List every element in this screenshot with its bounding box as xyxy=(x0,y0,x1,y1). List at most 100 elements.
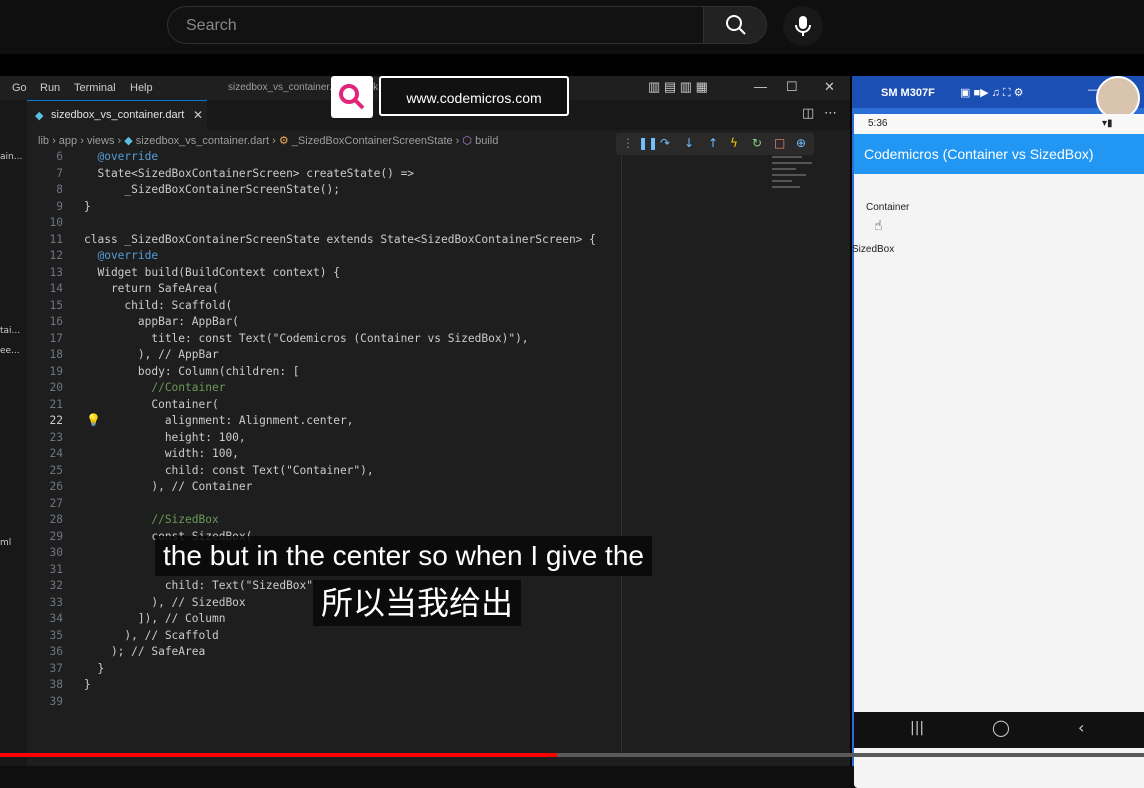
search-box xyxy=(167,6,703,45)
breadcrumb-item[interactable]: lib xyxy=(38,135,49,147)
line-number: 17 xyxy=(49,331,63,345)
line-number: 20 xyxy=(49,381,63,394)
vscode-window: Go Run Terminal Help sizedbox_vs_contain… xyxy=(0,76,850,766)
breadcrumb: lib › app › views › ◆ sizedbox_vs_contai… xyxy=(38,135,499,147)
breadcrumb-item[interactable]: _SizedBoxContainerScreenState xyxy=(292,135,453,147)
phone-mirror: SM M307F ▣ ■▶ ♫ ⛶ ⚙ — 5:36 ▾▮ Codemicros… xyxy=(852,76,1144,788)
line-number: 28 xyxy=(49,513,63,526)
code-text: } xyxy=(84,661,105,675)
line-number: 7 xyxy=(56,166,63,180)
code-text: ), // Scaffold xyxy=(84,628,219,642)
line-number: 16 xyxy=(49,315,63,328)
code-text: child: Scaffold( xyxy=(84,298,233,312)
line-number: 37 xyxy=(49,661,63,675)
line-number: 32 xyxy=(49,579,63,592)
video-progress-bar[interactable] xyxy=(0,753,1144,757)
code-text: return SafeArea( xyxy=(84,282,219,295)
drag-handle-icon[interactable]: ⋮ xyxy=(622,136,634,150)
code-text: } xyxy=(84,678,91,691)
restart-icon[interactable]: ↻ xyxy=(752,136,762,150)
line-number: 6 xyxy=(56,150,63,163)
line-number: 31 xyxy=(49,562,63,576)
code-text: @override xyxy=(84,249,159,262)
line-number: 10 xyxy=(49,216,63,229)
dart-file-icon: ◆ xyxy=(124,135,133,147)
line-number: 24 xyxy=(49,447,63,460)
code-text: @override xyxy=(84,150,159,163)
device-control-icons[interactable]: ▣ ■▶ ♫ ⛶ ⚙ xyxy=(960,86,1024,100)
status-time: 5:36 xyxy=(868,118,888,129)
website-url: www.codemicros.com xyxy=(379,76,569,116)
app-title: Codemicros (Container vs SizedBox) xyxy=(864,146,1094,162)
back-icon[interactable]: ‹ xyxy=(1078,718,1084,737)
line-number: 21 xyxy=(49,397,63,411)
line-number: 11 xyxy=(49,232,63,246)
menu-terminal[interactable]: Terminal xyxy=(74,82,116,94)
line-number: 38 xyxy=(49,678,63,691)
code-text: width: 100, xyxy=(84,447,239,460)
breadcrumb-item[interactable]: views xyxy=(87,135,115,147)
phone-window-bar: SM M307F ▣ ■▶ ♫ ⛶ ⚙ — xyxy=(852,76,1144,120)
close-icon[interactable]: ✕ xyxy=(824,79,835,95)
hot-reload-icon[interactable]: ϟ xyxy=(730,136,738,150)
search-logo-icon xyxy=(339,84,365,110)
search-button[interactable] xyxy=(703,6,767,44)
flutter-app-bar: Codemicros (Container vs SizedBox) xyxy=(854,134,1144,174)
code-text: State<SizedBoxContainerScreen> createSta… xyxy=(84,166,415,180)
code-text: child: const Text("Container"), xyxy=(84,463,374,477)
breadcrumb-item[interactable]: build xyxy=(475,135,498,147)
step-out-icon[interactable]: ↑ xyxy=(708,136,718,150)
line-number: 33 xyxy=(49,595,63,609)
code-text: class _SizedBoxContainerScreenState exte… xyxy=(84,232,596,246)
code-text: appBar: AppBar( xyxy=(84,315,239,328)
class-icon: ⚙ xyxy=(278,135,289,147)
more-actions-icon[interactable]: ⋯ xyxy=(824,106,837,121)
minimap[interactable] xyxy=(768,156,818,276)
code-text: body: Column(children: [ xyxy=(84,364,300,378)
breadcrumb-item[interactable]: sizedbox_vs_container.dart xyxy=(136,135,269,147)
close-tab-icon[interactable]: ✕ xyxy=(193,108,203,122)
inspect-icon[interactable]: ⊕ xyxy=(796,136,806,150)
step-over-icon[interactable]: ↷ xyxy=(660,136,670,150)
explorer-item[interactable]: ain... xyxy=(0,152,22,162)
menu-go[interactable]: Go xyxy=(12,82,27,94)
explorer-item[interactable]: ee... xyxy=(0,346,20,356)
line-number: 22 xyxy=(49,414,63,427)
stop-icon[interactable]: □ xyxy=(774,136,785,150)
pause-icon[interactable]: ❚❚ xyxy=(638,136,658,150)
line-number: 23 xyxy=(49,430,63,444)
voice-search-button[interactable] xyxy=(783,6,823,46)
line-number: 34 xyxy=(49,612,63,625)
maximize-icon[interactable]: ☐ xyxy=(786,79,798,95)
phone-screen: 5:36 ▾▮ Codemicros (Container vs SizedBo… xyxy=(852,114,1144,788)
code-text: ), // SizedBox xyxy=(84,595,246,609)
code-editor[interactable]: 6 @override 7 State<SizedBoxContainerScre… xyxy=(27,150,767,710)
menu-help[interactable]: Help xyxy=(130,82,153,94)
code-text: ), // Container xyxy=(84,480,253,493)
line-number: 15 xyxy=(49,298,63,312)
code-text: //Container xyxy=(84,381,226,394)
step-into-icon[interactable]: ↓ xyxy=(684,136,694,150)
code-text: ]), // Column xyxy=(84,612,226,625)
line-number: 29 xyxy=(49,529,63,543)
search-input[interactable] xyxy=(184,7,688,45)
recent-apps-icon[interactable]: ||| xyxy=(910,720,924,736)
tab-sizedbox-vs-container[interactable]: ◆ sizedbox_vs_container.dart ✕ xyxy=(27,100,207,130)
search-icon xyxy=(726,15,746,35)
menu-run[interactable]: Run xyxy=(40,82,60,94)
explorer-item[interactable]: ml xyxy=(0,538,11,548)
lightbulb-icon[interactable]: 💡 xyxy=(86,413,101,427)
line-number: 27 xyxy=(49,496,63,510)
split-editor-icon[interactable]: ◫ xyxy=(802,106,814,121)
home-icon[interactable]: ◯ xyxy=(992,718,1010,737)
breadcrumb-item[interactable]: app xyxy=(59,135,77,147)
explorer-panel: ain... tai... ee... ml xyxy=(0,100,27,766)
line-number: 13 xyxy=(49,265,63,279)
minimize-icon[interactable]: — xyxy=(754,79,767,94)
code-text: alignment: Alignment.center, xyxy=(84,414,354,427)
line-number: 26 xyxy=(49,480,63,493)
line-number: 8 xyxy=(56,183,63,196)
explorer-item[interactable]: tai... xyxy=(0,326,20,336)
layout-icons[interactable]: ▥ ▤ ▥ ▦ xyxy=(648,79,708,95)
code-text: ); // SafeArea xyxy=(84,645,206,658)
